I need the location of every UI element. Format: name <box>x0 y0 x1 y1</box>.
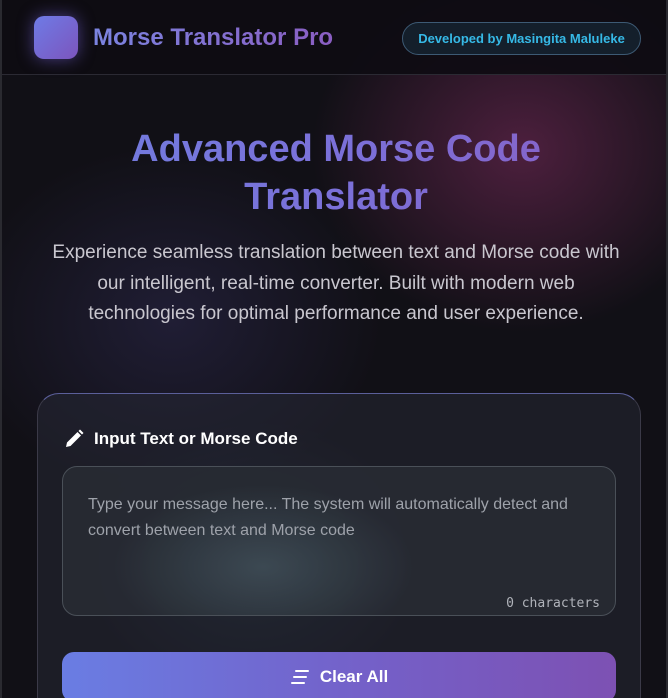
input-card-label: Input Text or Morse Code <box>64 428 298 450</box>
top-header: Morse Translator Pro Developed by Masing… <box>2 0 666 75</box>
developer-badge[interactable]: Developed by Masingita Maluleke <box>402 22 641 55</box>
clear-all-label: Clear All <box>319 667 389 686</box>
app-window: Morse Translator Pro Developed by Masing… <box>0 0 668 698</box>
message-input-placeholder: Type your message here... The system wil… <box>88 496 568 539</box>
app-logo-icon <box>34 16 78 59</box>
clear-all-button[interactable]: Clear All <box>62 652 616 698</box>
hero-description: Experience seamless translation between … <box>52 242 620 324</box>
hero-title: Advanced Morse Code Translator <box>2 125 666 221</box>
app-title: Morse Translator Pro <box>93 24 334 51</box>
lines-icon <box>290 669 310 685</box>
input-label-text: Input Text or Morse Code <box>94 429 298 448</box>
hero-title-line-2: Translator <box>244 176 428 218</box>
hero-title-line-1: Advanced Morse Code <box>131 128 541 170</box>
character-count: 0 characters <box>506 596 600 611</box>
pencil-icon <box>64 429 84 449</box>
